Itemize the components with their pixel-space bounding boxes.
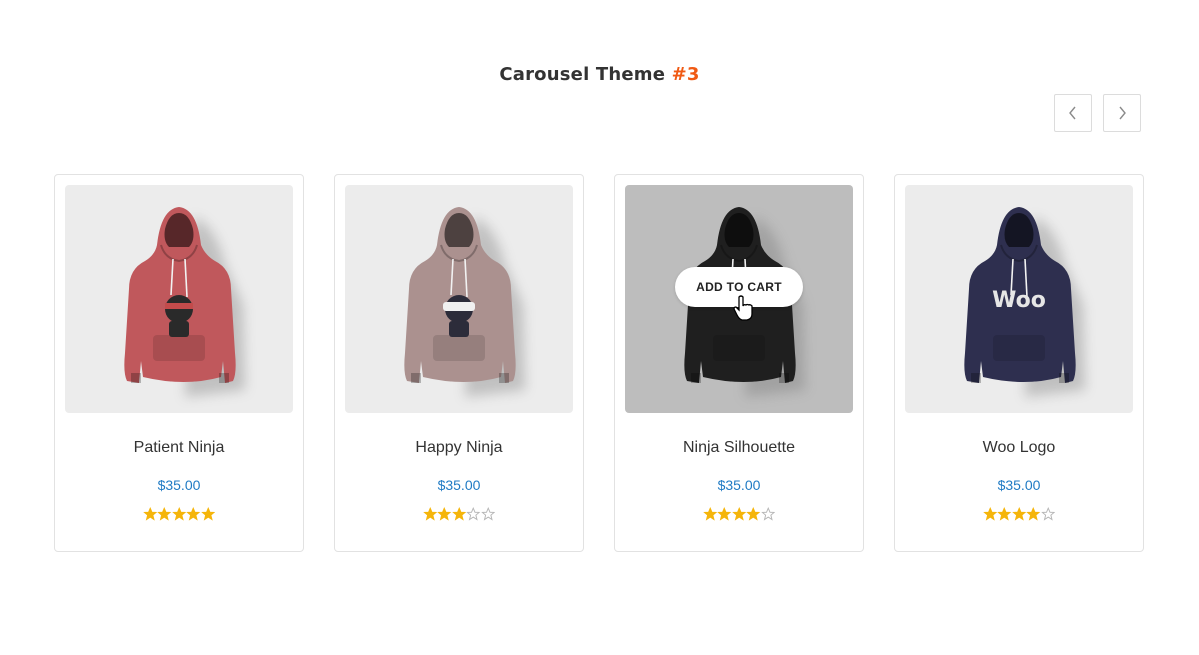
- product-image[interactable]: [65, 185, 293, 413]
- star-filled-icon: [1011, 507, 1027, 521]
- product-name[interactable]: Happy Ninja: [335, 439, 583, 457]
- star-filled-icon: [171, 507, 187, 521]
- star-filled-icon: [200, 507, 216, 521]
- product-name[interactable]: Patient Ninja: [55, 439, 303, 457]
- product-price: $35.00: [157, 477, 201, 493]
- carousel-next-button[interactable]: [1103, 94, 1141, 132]
- star-filled-icon: [142, 507, 158, 521]
- product-card[interactable]: Woo Woo Logo $35.00: [894, 174, 1144, 552]
- star-filled-icon: [746, 507, 761, 521]
- product-card[interactable]: Happy Ninja $35.00: [334, 174, 584, 552]
- star-filled-icon: [422, 507, 438, 521]
- chevron-right-icon: [1119, 106, 1126, 120]
- star-filled-icon: [717, 507, 732, 521]
- section-title-text: Carousel Theme: [499, 64, 666, 85]
- star-filled-icon: [731, 507, 747, 521]
- star-rating: [895, 507, 1143, 521]
- star-filled-icon: [186, 507, 201, 521]
- star-empty-icon: [466, 507, 481, 521]
- hoodie-image: [124, 207, 245, 397]
- star-filled-icon: [1026, 507, 1041, 521]
- product-image[interactable]: ADD TO CART: [625, 185, 853, 413]
- section-title-accent: #3: [671, 64, 700, 85]
- star-rating: [615, 507, 863, 521]
- hoodie-image: [404, 207, 525, 397]
- product-name[interactable]: Ninja Silhouette: [615, 439, 863, 457]
- carousel-prev-button[interactable]: [1054, 94, 1092, 132]
- star-filled-icon: [997, 507, 1012, 521]
- product-price: $35.00: [717, 477, 761, 493]
- star-empty-icon: [760, 507, 776, 521]
- svg-text:Woo: Woo: [992, 288, 1046, 313]
- product-image[interactable]: Woo: [905, 185, 1133, 413]
- star-empty-icon: [480, 507, 496, 521]
- hoodie-image: Woo: [964, 207, 1085, 397]
- section-title: Carousel Theme #3: [0, 64, 1199, 85]
- product-image[interactable]: [345, 185, 573, 413]
- star-rating: [55, 507, 303, 521]
- product-price: $35.00: [997, 477, 1041, 493]
- star-filled-icon: [702, 507, 718, 521]
- product-name[interactable]: Woo Logo: [895, 439, 1143, 457]
- star-filled-icon: [437, 507, 452, 521]
- star-filled-icon: [157, 507, 172, 521]
- product-card[interactable]: ADD TO CART Ninja Silhouette $35.00: [614, 174, 864, 552]
- star-empty-icon: [1040, 507, 1056, 521]
- chevron-left-icon: [1069, 106, 1076, 120]
- star-rating: [335, 507, 583, 521]
- star-filled-icon: [451, 507, 467, 521]
- star-filled-icon: [982, 507, 998, 521]
- product-card[interactable]: Patient Ninja $35.00: [54, 174, 304, 552]
- product-price: $35.00: [437, 477, 481, 493]
